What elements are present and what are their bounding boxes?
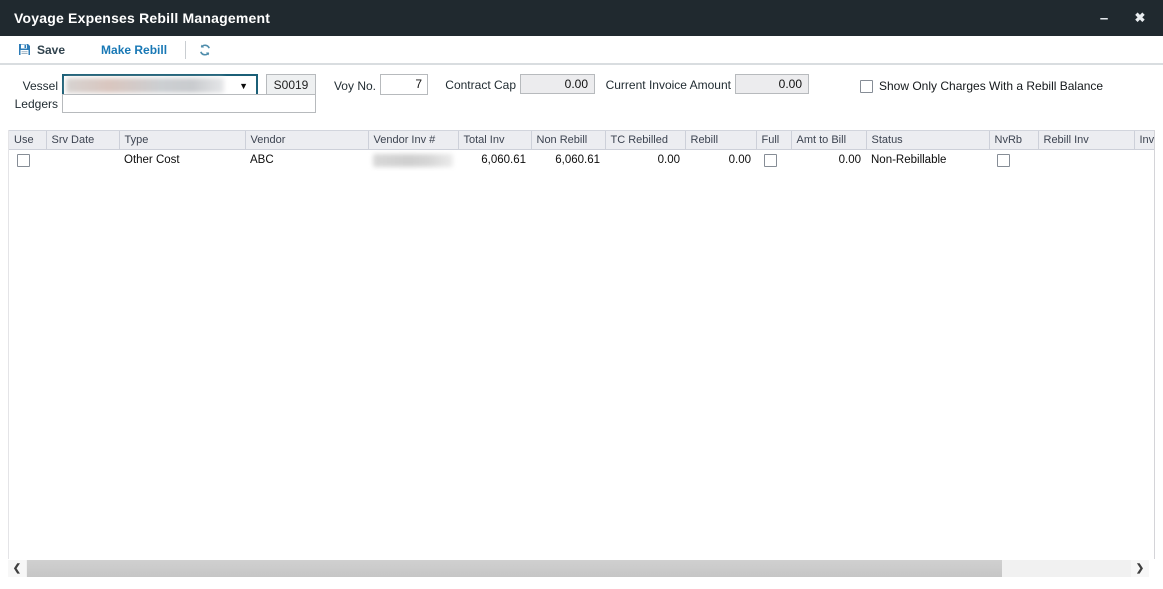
floppy-disk-icon <box>18 43 31 56</box>
ledgers-input[interactable] <box>62 94 316 113</box>
voyage-expenses-rebill-window: Voyage Expenses Rebill Management – ✖ Sa… <box>0 0 1163 589</box>
column-header-vendor-inv[interactable]: Vendor Inv # <box>368 131 458 150</box>
toolbar-divider <box>185 41 186 59</box>
full-checkbox[interactable] <box>764 154 777 167</box>
column-header-rebill-inv[interactable]: Rebill Inv <box>1038 131 1134 150</box>
table-row[interactable]: Other Cost ABC 6,060.61 6,060.61 0.00 0.… <box>9 150 1155 171</box>
cell-use <box>9 150 46 171</box>
minimize-button[interactable]: – <box>1090 0 1118 36</box>
vendor-inv-redacted <box>373 154 453 167</box>
refresh-button[interactable] <box>198 43 212 57</box>
make-rebill-label: Make Rebill <box>101 43 167 57</box>
chevron-down-icon: ▼ <box>239 81 248 91</box>
column-header-rebill[interactable]: Rebill <box>685 131 756 150</box>
column-header-amt-to-bill[interactable]: Amt to Bill <box>791 131 866 150</box>
vessel-value-redacted <box>66 78 224 93</box>
cell-vendor-inv <box>368 150 458 171</box>
cell-total-inv: 6,060.61 <box>458 150 531 171</box>
refresh-icon <box>198 43 212 57</box>
column-header-non-rebill[interactable]: Non Rebill <box>531 131 605 150</box>
minimize-icon: – <box>1100 10 1108 27</box>
contract-cap-label: Contract Cap <box>420 78 516 92</box>
current-invoice-amount-label: Current Invoice Amount <box>598 78 731 92</box>
toolbar: Save Make Rebill <box>0 36 1163 65</box>
scrollbar-thumb[interactable] <box>27 560 1002 577</box>
cell-rebill: 0.00 <box>685 150 756 171</box>
charges-grid: Use Srv Date Type Vendor Vendor Inv # To… <box>8 130 1155 559</box>
cell-full <box>756 150 791 171</box>
column-header-nvrb[interactable]: NvRb <box>989 131 1038 150</box>
column-header-status[interactable]: Status <box>866 131 989 150</box>
column-header-type[interactable]: Type <box>119 131 245 150</box>
show-only-charges-checkbox[interactable] <box>860 80 873 93</box>
horizontal-scrollbar[interactable]: ❮ ❯ <box>8 560 1149 577</box>
vessel-label: Vessel <box>0 79 58 93</box>
save-button[interactable]: Save <box>18 43 65 57</box>
window-titlebar: Voyage Expenses Rebill Management – ✖ <box>0 0 1163 36</box>
cell-non-rebill: 6,060.61 <box>531 150 605 171</box>
column-header-use[interactable]: Use <box>9 131 46 150</box>
column-header-tc-rebilled[interactable]: TC Rebilled <box>605 131 685 150</box>
scroll-left-button[interactable]: ❮ <box>8 560 26 577</box>
cell-nvrb <box>989 150 1038 171</box>
scroll-right-button[interactable]: ❯ <box>1131 560 1149 577</box>
charges-table: Use Srv Date Type Vendor Vendor Inv # To… <box>9 130 1155 171</box>
show-only-charges-label: Show Only Charges With a Rebill Balance <box>879 79 1103 93</box>
cell-amt-to-bill: 0.00 <box>791 150 866 171</box>
window-title: Voyage Expenses Rebill Management <box>0 10 270 26</box>
cell-type: Other Cost <box>119 150 245 171</box>
contract-cap-input[interactable]: 0.00 <box>520 74 595 94</box>
scroll-left-icon: ❮ <box>13 563 21 574</box>
column-header-full[interactable]: Full <box>756 131 791 150</box>
cell-inv <box>1134 150 1155 171</box>
scroll-right-icon: ❯ <box>1136 563 1144 574</box>
nvrb-checkbox[interactable] <box>997 154 1010 167</box>
use-checkbox[interactable] <box>17 154 30 167</box>
close-button[interactable]: ✖ <box>1126 0 1154 36</box>
current-invoice-amount-input[interactable]: 0.00 <box>735 74 809 94</box>
column-header-inv[interactable]: Inv <box>1134 131 1155 150</box>
cell-rebill-inv <box>1038 150 1134 171</box>
column-header-total-inv[interactable]: Total Inv <box>458 131 531 150</box>
grid-header-row: Use Srv Date Type Vendor Vendor Inv # To… <box>9 131 1155 150</box>
column-header-vendor[interactable]: Vendor <box>245 131 368 150</box>
ledgers-label: Ledgers <box>0 97 58 111</box>
save-button-label: Save <box>37 43 65 57</box>
make-rebill-button[interactable]: Make Rebill <box>101 43 167 57</box>
show-only-charges-control: Show Only Charges With a Rebill Balance <box>860 79 1103 93</box>
column-header-srv-date[interactable]: Srv Date <box>46 131 119 150</box>
cell-status: Non-Rebillable <box>866 150 989 171</box>
cell-tc-rebilled: 0.00 <box>605 150 685 171</box>
cell-vendor: ABC <box>245 150 368 171</box>
close-icon: ✖ <box>1135 10 1146 26</box>
voy-no-label: Voy No. <box>300 79 376 93</box>
cell-srv-date <box>46 150 119 171</box>
